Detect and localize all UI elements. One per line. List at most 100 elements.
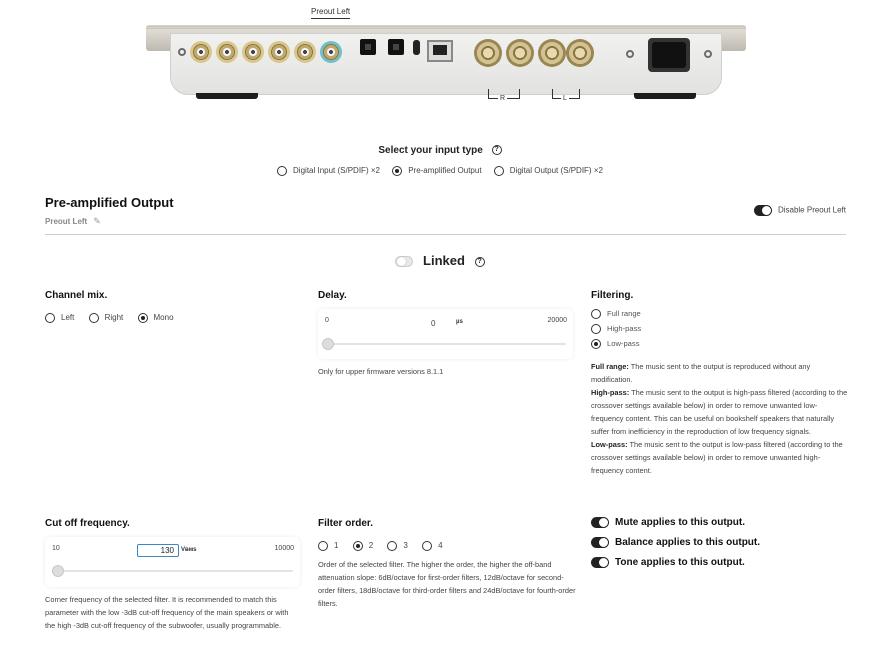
balance-applies-toggle[interactable]: Balance applies to this output. xyxy=(591,537,760,548)
channel-mix-right[interactable]: Right xyxy=(88,313,124,323)
filter-order-note: Order of the selected filter. The higher… xyxy=(318,560,576,608)
mute-applies-label: Mute applies to this output. xyxy=(615,517,745,529)
screw-icon xyxy=(178,48,186,56)
cutoff-slider-track[interactable] xyxy=(53,570,293,572)
rca-port-4[interactable] xyxy=(268,41,290,63)
filter-order-2[interactable]: 2 xyxy=(352,541,373,551)
disable-output-label: Disable Preout Left xyxy=(777,205,846,215)
radio-icon xyxy=(591,309,601,319)
high-pass-label: High-pass: xyxy=(591,388,630,397)
filtering-description: Full range: The music sent to the output… xyxy=(591,360,849,477)
xlr-port-1[interactable] xyxy=(474,39,502,67)
ethernet-port[interactable] xyxy=(427,40,453,62)
option-label: 1 xyxy=(334,541,339,551)
radio-icon xyxy=(45,313,55,323)
filter-order-4[interactable]: 4 xyxy=(422,541,443,551)
rca-port-5[interactable] xyxy=(294,41,316,63)
optical-port-2[interactable] xyxy=(388,39,404,55)
rca-port-selected[interactable] xyxy=(320,41,342,63)
screw-icon xyxy=(626,50,634,58)
cutoff-unit: Vᴃᴍs xyxy=(181,547,197,553)
radio-icon xyxy=(591,324,601,334)
filter-order-3[interactable]: 3 xyxy=(387,541,408,551)
input-option-preamp-output[interactable]: Pre-amplified Output xyxy=(392,166,482,176)
filter-full-range[interactable]: Full range xyxy=(591,309,641,319)
disable-output-toggle[interactable]: Disable Preout Left xyxy=(753,205,846,216)
delay-slider-thumb[interactable] xyxy=(322,338,334,350)
mute-applies-toggle[interactable]: Mute applies to this output. xyxy=(591,517,745,528)
cutoff-title: Cut off frequency. xyxy=(45,518,130,529)
xlr-port-2[interactable] xyxy=(506,39,534,67)
device-foot-left xyxy=(196,93,258,99)
channel-mix-title: Channel mix. xyxy=(45,290,108,301)
delay-title: Delay. xyxy=(318,290,347,301)
bracket-left-label: L xyxy=(561,95,569,102)
preout-caption: Preout Left xyxy=(311,7,351,19)
option-label: 4 xyxy=(438,541,443,551)
delay-value[interactable]: 0 xyxy=(431,319,435,328)
filter-order-1[interactable]: 1 xyxy=(318,541,339,551)
radio-checked-icon xyxy=(137,313,148,323)
cutoff-min: 10 xyxy=(52,545,60,552)
input-option-digital-output[interactable]: Digital Output (S/PDIF) ×2 xyxy=(493,166,603,176)
device-foot-right xyxy=(634,93,696,99)
option-label: High-pass xyxy=(607,324,642,333)
filter-order-options: 1 2 3 4 xyxy=(318,541,455,551)
bracket-right-label: R xyxy=(498,95,508,102)
input-type-options: Digital Input (S/PDIF) ×2 Pre-amplified … xyxy=(0,166,880,176)
input-option-label: Digital Output (S/PDIF) ×2 xyxy=(509,166,603,176)
filtering-options: Full range High-pass Low-pass xyxy=(591,309,641,354)
radio-icon xyxy=(387,541,398,551)
filter-high-pass[interactable]: High-pass xyxy=(591,324,641,334)
channel-mix-options: Left Right Mono xyxy=(45,313,186,323)
filtering-title: Filtering. xyxy=(591,290,634,301)
question-circle-icon[interactable]: ? xyxy=(474,256,485,267)
toggle-switch-icon xyxy=(753,205,772,216)
rca-port-1[interactable] xyxy=(190,41,212,63)
optical-port-1[interactable] xyxy=(360,39,376,55)
linked-toggle-row: Linked ? xyxy=(0,253,880,268)
option-label: Left xyxy=(61,313,75,323)
low-pass-text: The music sent to the output is low-pass… xyxy=(591,440,843,475)
linked-toggle[interactable] xyxy=(395,256,414,268)
filter-order-title: Filter order. xyxy=(318,518,374,529)
delay-slider-card: 0 20000 0 µs xyxy=(318,309,573,359)
pencil-icon[interactable]: ✎ xyxy=(93,216,101,227)
cutoff-slider-card: 10 10000 130 Vᴃᴍs xyxy=(45,537,300,587)
channel-mix-mono[interactable]: Mono xyxy=(137,313,174,323)
xlr-port-3[interactable] xyxy=(538,39,566,67)
input-option-digital-input[interactable]: Digital Input (S/PDIF) ×2 xyxy=(277,166,380,176)
cutoff-slider-thumb[interactable] xyxy=(51,565,64,577)
section-divider xyxy=(45,234,846,235)
low-pass-label: Low-pass: xyxy=(591,440,628,449)
xlr-port-4[interactable] xyxy=(566,39,594,67)
rca-port-3[interactable] xyxy=(242,41,264,63)
cutoff-value-input[interactable]: 130 xyxy=(137,544,179,557)
usb-port[interactable] xyxy=(413,40,420,55)
input-option-label: Pre-amplified Output xyxy=(408,166,482,176)
tone-applies-toggle[interactable]: Tone applies to this output. xyxy=(591,557,745,568)
radio-icon xyxy=(318,541,328,551)
cutoff-note: Corner frequency of the selected filter.… xyxy=(45,595,289,630)
balance-applies-label: Balance applies to this output. xyxy=(615,537,761,549)
delay-max: 20000 xyxy=(547,317,567,324)
channel-mix-left[interactable]: Left xyxy=(45,313,75,323)
linked-label: Linked xyxy=(423,253,465,268)
radio-icon xyxy=(493,166,504,176)
output-name: Preout Left xyxy=(45,217,88,226)
radio-checked-icon xyxy=(392,166,403,176)
option-label: Right xyxy=(104,313,124,323)
input-option-label: Digital Input (S/PDIF) ×2 xyxy=(293,166,380,176)
section-subtitle: Preout Left ✎ xyxy=(45,216,101,227)
rca-port-2[interactable] xyxy=(216,41,238,63)
delay-slider-track[interactable] xyxy=(326,343,566,345)
device-vent xyxy=(146,25,746,29)
toggle-switch-icon xyxy=(591,557,609,568)
full-range-label: Full range: xyxy=(591,362,629,371)
delay-min: 0 xyxy=(325,317,329,324)
filter-low-pass[interactable]: Low-pass xyxy=(591,339,641,349)
radio-checked-icon xyxy=(352,541,363,551)
option-label: Full range xyxy=(607,309,641,318)
question-circle-icon[interactable]: ? xyxy=(491,145,502,156)
input-type-heading: Select your input type xyxy=(378,145,483,156)
